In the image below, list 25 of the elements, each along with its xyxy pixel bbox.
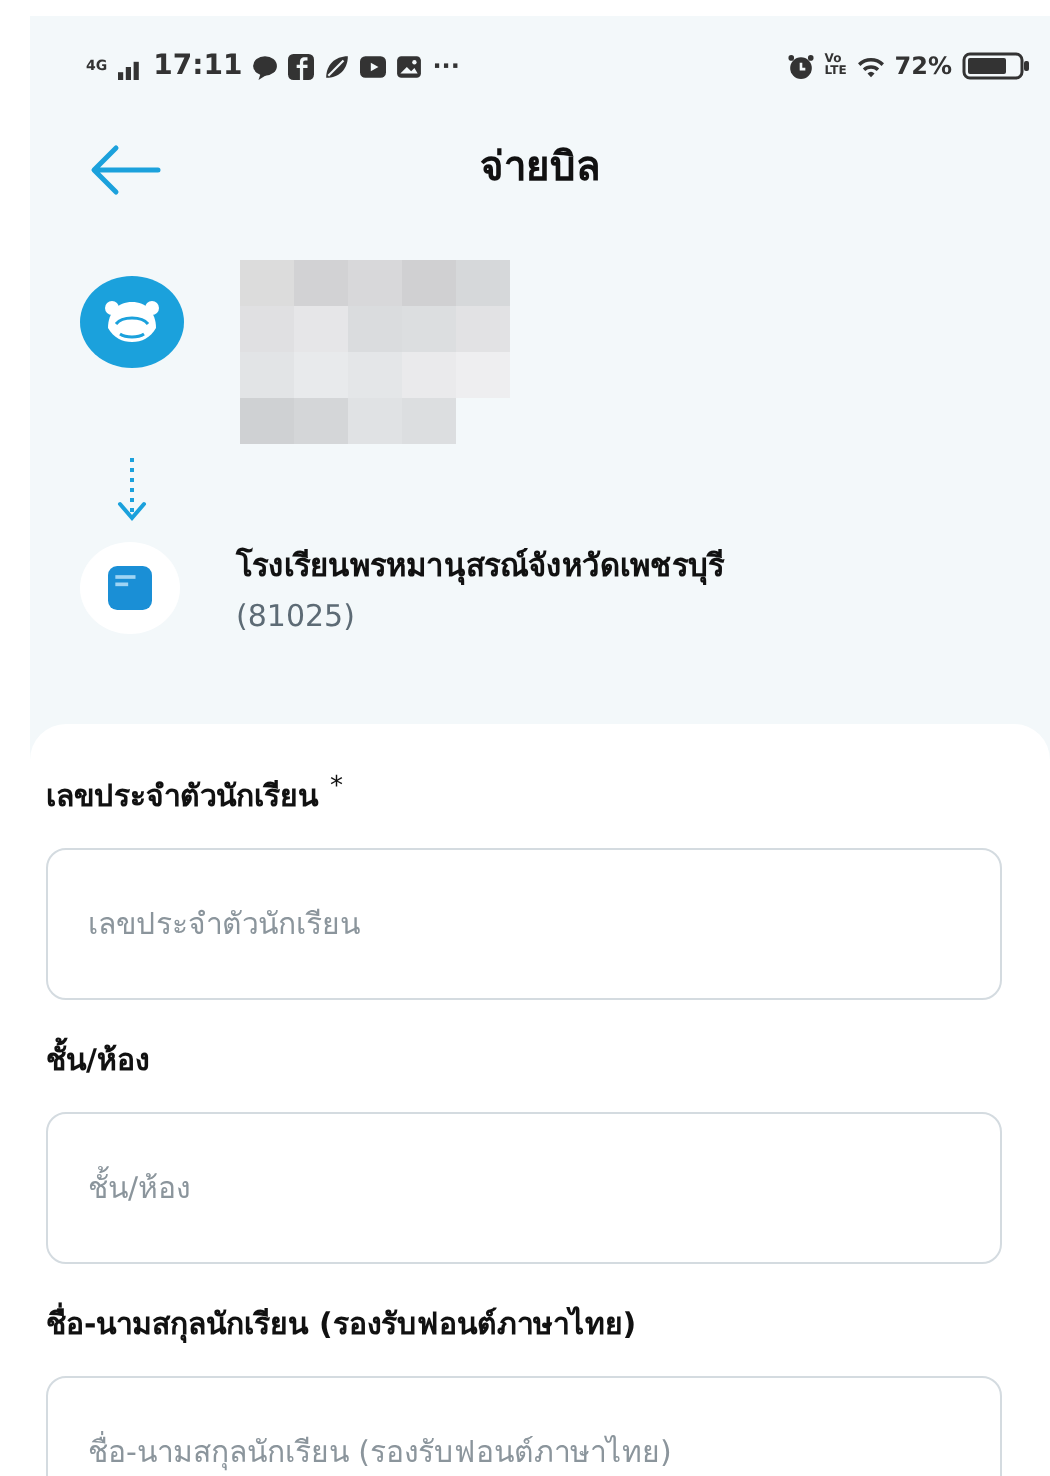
field-label: ชื่อ-นามสกุลนักเรียน (รองรับฟอนต์ภาษาไทย) [46, 1300, 637, 1347]
dotted-down-arrow-icon [116, 456, 148, 524]
more-notifications: ··· [432, 52, 460, 80]
input-field[interactable]: ชั้น/ห้อง [46, 1112, 1002, 1264]
square-f-icon [288, 53, 315, 79]
battery-icon [962, 52, 1030, 80]
leaf-icon [324, 53, 351, 79]
clock-time: 17:11 [153, 50, 243, 82]
biller-code: (81025) [236, 598, 357, 634]
page-title: จ่ายบิล [480, 140, 600, 194]
field-label: ชั้น/ห้อง [46, 1036, 149, 1084]
chat-bubble-icon [252, 53, 279, 79]
required-mark: * [330, 772, 343, 802]
play-icon [360, 53, 387, 79]
image-icon [396, 53, 423, 79]
field-label: เลขประจำตัวนักเรียน [46, 776, 318, 818]
alarm-clock-icon [788, 53, 815, 79]
input-field[interactable]: ชื่อ-นามสกุลนักเรียน (รองรับฟอนต์ภาษาไทย) [46, 1376, 1002, 1476]
battery-percent: 72% [894, 52, 952, 80]
wifi-icon [858, 53, 885, 79]
back-arrow-icon[interactable] [90, 144, 162, 196]
biller-name: โรงเรียนพรหมานุสรณ์จังหวัดเพชรบุรี [236, 545, 724, 589]
input-field[interactable]: เลขประจำตัวนักเรียน [46, 848, 1002, 1000]
bank-logo-icon [80, 276, 184, 368]
biller-logo-icon [80, 541, 180, 633]
